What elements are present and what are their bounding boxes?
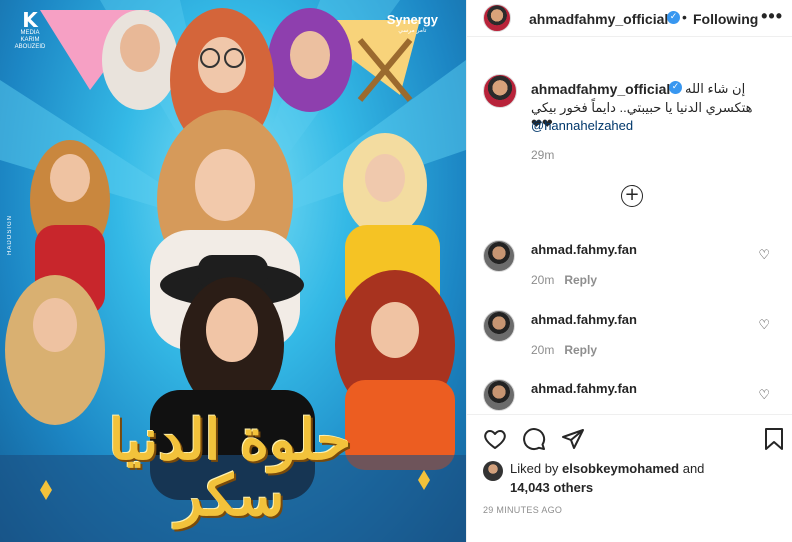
caption-avatar[interactable] <box>483 74 517 108</box>
more-options-icon[interactable]: ••• <box>761 6 783 27</box>
designer-mark: HADOSIGN <box>7 215 13 256</box>
commenter-username[interactable]: ahmad.fahmy.fan <box>531 381 637 396</box>
liked-by-text: Liked by elsobkeymohamed and <box>510 461 704 476</box>
load-more-comments-icon[interactable]: + <box>621 185 643 207</box>
commenter-avatar[interactable] <box>483 240 515 272</box>
separator-dot: • <box>682 9 687 25</box>
post-actions: Liked by elsobkeymohamed and 14,043 othe… <box>467 414 792 542</box>
following-button[interactable]: Following <box>693 11 758 27</box>
movie-title: حلوة الدنيا سكر <box>108 407 352 529</box>
comment-like-heart-icon[interactable]: ♡ <box>758 318 770 333</box>
commenter-avatar[interactable] <box>483 310 515 342</box>
commenter-username[interactable]: ahmad.fahmy.fan <box>531 312 637 327</box>
post-header: ahmadfahmy_official ✓ • Following ••• <box>467 0 792 37</box>
post-image[interactable]: K MEDIA KARIM ABOUZEID Synergy تامر مرسي… <box>0 0 466 542</box>
commenter-avatar[interactable] <box>483 379 515 411</box>
verified-badge-icon: ✓ <box>667 11 680 24</box>
post-timestamp[interactable]: 29 MINUTES AGO <box>483 505 562 515</box>
caption-verified-icon: ✓ <box>669 81 682 94</box>
reply-button[interactable]: Reply <box>564 343 597 357</box>
save-bookmark-icon[interactable] <box>763 427 785 451</box>
commenter-username[interactable]: ahmad.fahmy.fan <box>531 242 637 257</box>
caption-timestamp[interactable]: 29m <box>531 148 554 162</box>
author-avatar[interactable] <box>483 4 511 32</box>
caption-mention-link[interactable]: @hannahelzahed <box>531 118 633 133</box>
liker-avatar[interactable] <box>483 461 503 481</box>
synergy-logo: Synergy تامر مرسي <box>386 12 438 34</box>
reply-button[interactable]: Reply <box>564 273 597 287</box>
comment-like-heart-icon[interactable]: ♡ <box>758 388 770 403</box>
caption-text-line1: إن شاء الله <box>685 81 746 96</box>
author-username[interactable]: ahmadfahmy_official <box>529 11 668 27</box>
likes-count[interactable]: 14,043 others <box>510 480 593 495</box>
like-heart-icon[interactable] <box>483 427 507 451</box>
comment-like-heart-icon[interactable]: ♡ <box>758 248 770 263</box>
liker-username[interactable]: elsobkeymohamed <box>562 461 679 476</box>
caption-username[interactable]: ahmadfahmy_official <box>531 81 670 97</box>
comment-time[interactable]: 20m <box>531 273 554 287</box>
comment-bubble-icon[interactable] <box>522 427 546 451</box>
likes-count-text[interactable]: 14,043 others <box>510 480 593 495</box>
liked-by-and: and <box>682 461 705 476</box>
comment-time[interactable]: 20m <box>531 343 554 357</box>
share-paper-plane-icon[interactable] <box>561 427 585 451</box>
liked-by-prefix: Liked by <box>510 461 559 476</box>
post-sidebar: ahmadfahmy_official ✓ • Following ••• ah… <box>466 0 792 542</box>
media-logo: K MEDIA KARIM ABOUZEID <box>14 8 46 51</box>
